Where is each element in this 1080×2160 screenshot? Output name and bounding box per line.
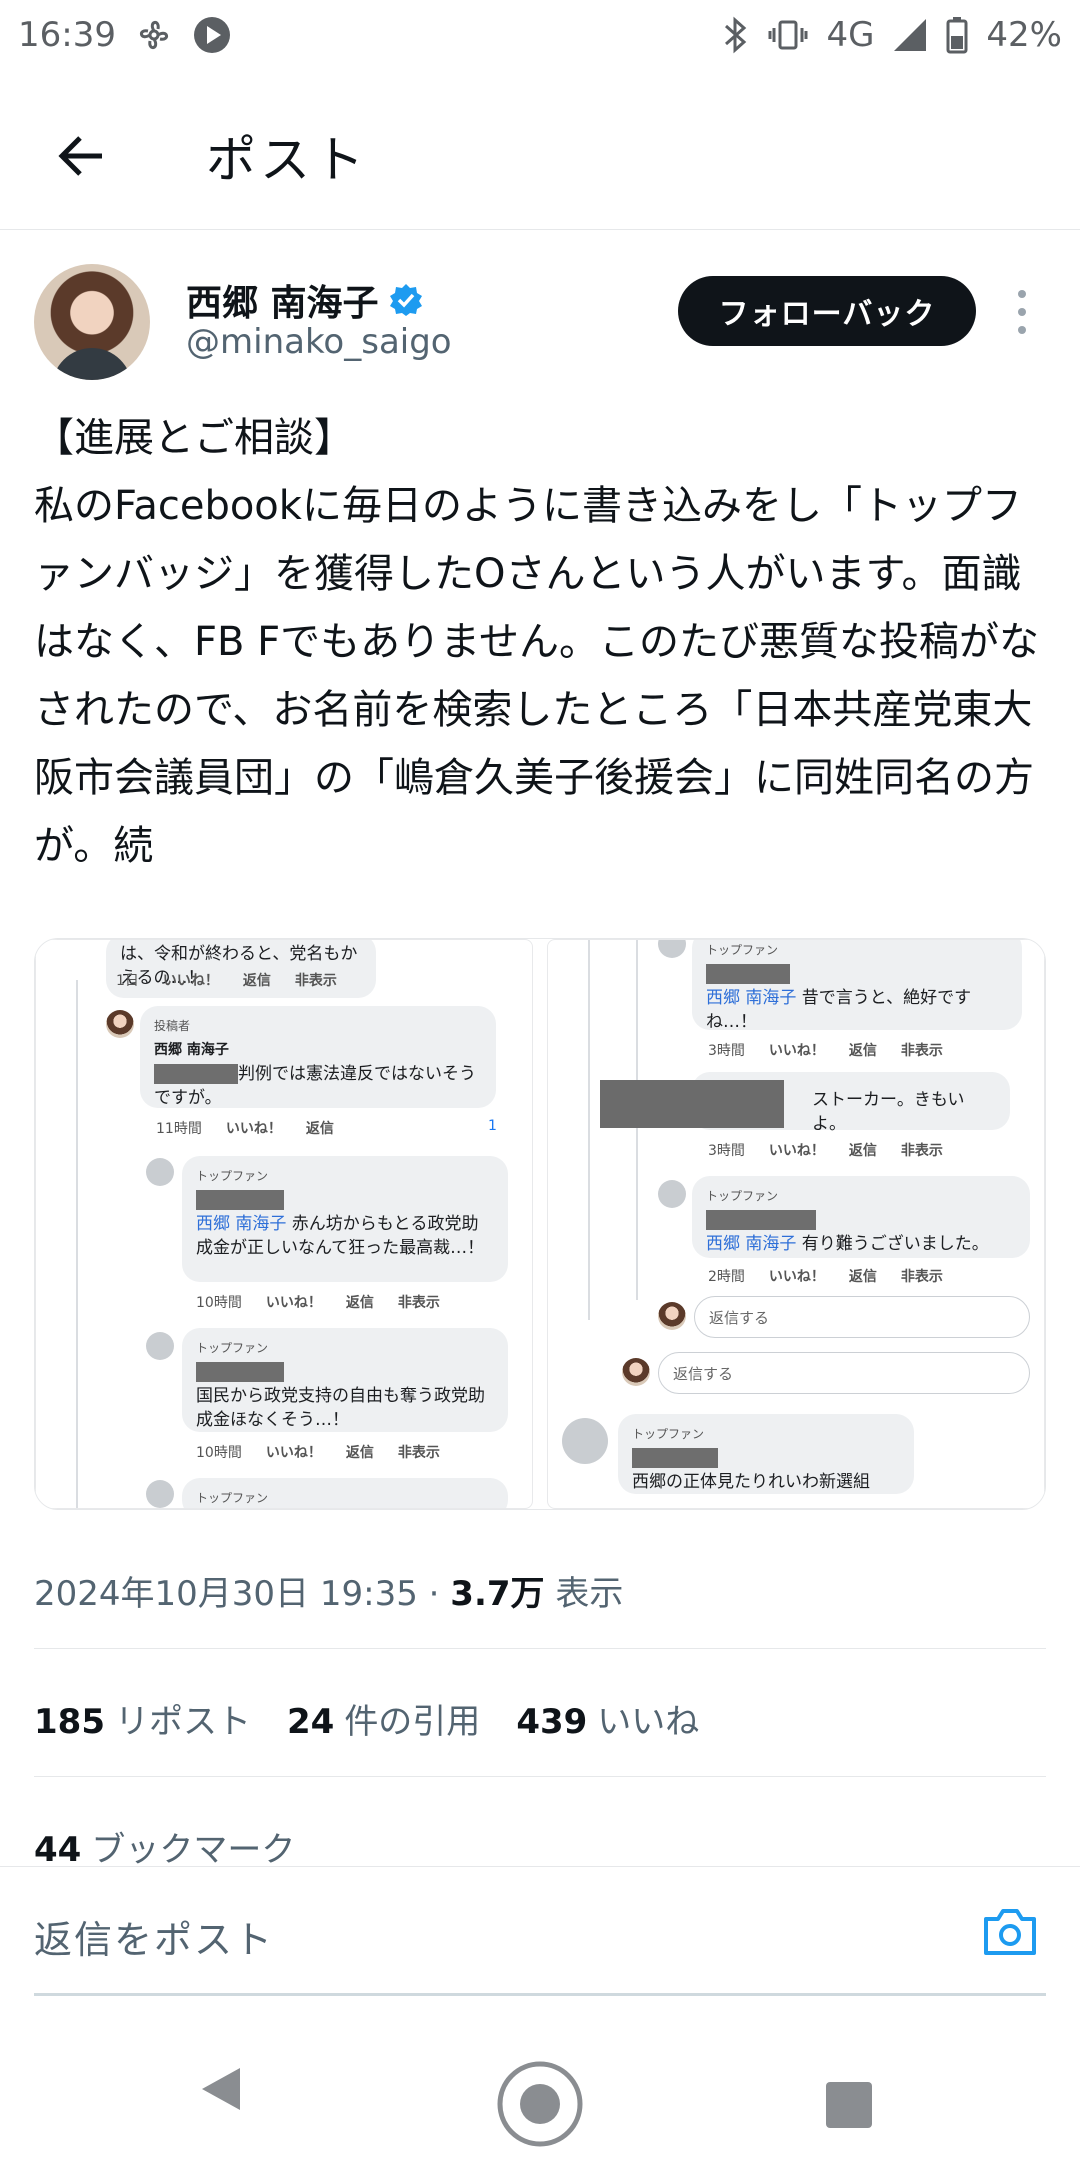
status-bar-right: 4G 42%: [720, 15, 1062, 55]
comment-meta: 2時間 いいね！ 返信 非表示: [708, 1269, 943, 1285]
avatar: [106, 1010, 134, 1038]
author-handle[interactable]: @minako_saigo: [186, 322, 452, 362]
comment-bubble: トップファン 西郷の正体見たりれいわ新選組: [618, 1414, 914, 1494]
reply-underline: [34, 1993, 1046, 1996]
comment-bubble: トップファン 西郷 南海子 昔で言うと、絶好ですね…！: [692, 940, 1022, 1032]
follow-back-button[interactable]: フォローバック: [678, 276, 976, 346]
avatar[interactable]: [34, 264, 150, 380]
avatar: [658, 1180, 686, 1208]
network-type: 4G: [826, 15, 875, 55]
battery-icon: [946, 16, 968, 54]
comment-meta: 1日 いいね！ 返信 非表示: [116, 973, 337, 989]
battery-level: 42%: [986, 15, 1062, 55]
post-timestamp: 2024年10月30日 19:35 · 3.7万 表示: [34, 1566, 623, 1615]
nav-home-icon[interactable]: [496, 2060, 584, 2148]
media-panel-left: は、令和が終わると、党名もかえるの…！ 1日 いいね！ 返信 非表示 投稿者 西郷 南…: [35, 939, 533, 1509]
camera-icon[interactable]: [982, 1907, 1038, 1957]
views-label: 表示: [544, 1574, 624, 1614]
signal-icon: [892, 17, 928, 53]
more-vertical-icon[interactable]: [1010, 290, 1034, 334]
comment-bubble: トップファン 国民から政党支持の自由も奪う政党助成金ほなくそう…！: [182, 1328, 508, 1432]
divider: [34, 1648, 1046, 1649]
avatar: [146, 1332, 174, 1360]
reply-bar: 返信をポスト: [0, 1866, 1080, 1996]
comment-meta: 11時間 いいね！ 返信: [156, 1121, 334, 1137]
avatar: [658, 940, 686, 958]
reply-input[interactable]: 返信をポスト: [34, 1909, 274, 1964]
engagement-stats: 185 リポスト 24 件の引用 439 いいね: [34, 1694, 699, 1743]
avatar: [146, 1480, 174, 1508]
bluetooth-icon: [720, 15, 750, 55]
nav-recents-icon[interactable]: [826, 2082, 872, 2128]
top-app-bar: ポスト: [0, 100, 1080, 230]
tweet-media[interactable]: は、令和が終わると、党名もかえるの…！ 1日 いいね！ 返信 非表示 投稿者 西郷 南…: [34, 938, 1046, 1510]
system-nav-bar: [0, 2020, 1080, 2160]
views-count: 3.7万: [450, 1574, 545, 1614]
comment-bubble: トップファン 西郷 南海子 有り難うございました。: [692, 1176, 1030, 1258]
author-name[interactable]: 西郷 南海子: [186, 274, 423, 326]
tweet-text: 【進展とご相談】 私のFacebookに毎日のように書き込みをし「トップファンバ…: [34, 415, 1039, 869]
reply-input: 返信する: [694, 1296, 1030, 1338]
comment-bubble: トップファン 西郷 南海子 赤ん坊からもとる政党助成金が正しいなんて狂った最高裁…: [182, 1156, 508, 1282]
comment-bubble: 投稿者 西郷 南海子 判例では憲法違反ではないそうですが。: [140, 1006, 496, 1108]
comment-meta: 3時間 いいね！ 返信 非表示: [708, 1043, 943, 1059]
comment-bubble: トップファン: [182, 1478, 508, 1508]
vibrate-icon: [768, 15, 808, 55]
arrow-left-icon[interactable]: [52, 126, 112, 186]
thread-line: [76, 980, 78, 1508]
media-play-icon: [192, 15, 232, 55]
author-badge: 投稿者: [154, 1019, 191, 1033]
reposts-stat[interactable]: 185 リポスト: [34, 1694, 251, 1743]
avatar: [622, 1358, 650, 1386]
reply-input: 返信する: [658, 1352, 1030, 1394]
fan-icon: [134, 15, 174, 55]
divider: [34, 1776, 1046, 1777]
comment-meta: 10時間 いいね！ 返信 非表示: [196, 1295, 440, 1311]
bookmarks-stat[interactable]: 44 ブックマーク: [34, 1822, 295, 1871]
redacted-name: [600, 1080, 784, 1128]
avatar: [146, 1158, 174, 1186]
media-panel-right: トップファン 西郷 南海子 昔で言うと、絶好ですね…！ 3時間 いいね！ 返信 非表示…: [547, 939, 1045, 1509]
comment-author: 西郷 南海子: [154, 1042, 229, 1058]
status-bar: 16:39 4G 42%: [0, 0, 1080, 70]
comment-meta: 10時間 いいね！ 返信 非表示: [196, 1445, 440, 1461]
author-name-text: 西郷 南海子: [186, 283, 379, 324]
status-time: 16:39: [18, 15, 116, 55]
quotes-stat[interactable]: 24 件の引用: [287, 1694, 480, 1743]
comment-meta: 3時間 いいね！ 返信 非表示: [708, 1143, 943, 1159]
verified-badge-icon: [389, 284, 422, 316]
comment-like-count: 1: [488, 1118, 497, 1134]
post-date: 2024年10月30日 19:35 ·: [34, 1574, 451, 1614]
likes-stat[interactable]: 439 いいね: [516, 1694, 699, 1743]
avatar: [658, 1302, 686, 1330]
status-bar-left: 16:39: [18, 15, 232, 55]
avatar: [562, 1418, 608, 1464]
nav-back-icon[interactable]: [196, 2064, 246, 2114]
page-title: ポスト: [206, 131, 368, 189]
thread-line: [588, 940, 590, 1320]
